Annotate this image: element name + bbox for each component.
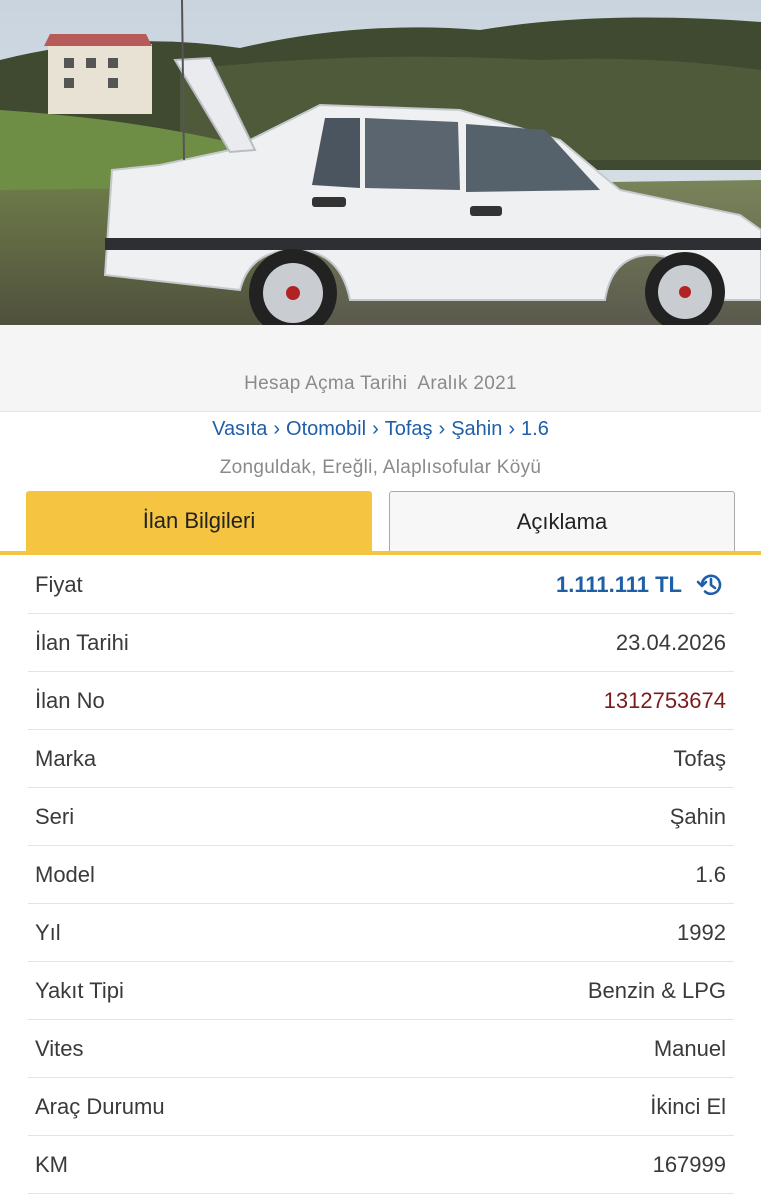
breadcrumb-item-model[interactable]: 1.6 bbox=[521, 418, 549, 440]
table-row-gearbox: Vites Manuel bbox=[28, 1020, 734, 1078]
row-value: İkinci El bbox=[650, 1093, 726, 1119]
breadcrumb-separator: › bbox=[273, 418, 281, 440]
row-label: Yakıt Tipi bbox=[35, 977, 124, 1003]
tab-underline bbox=[0, 551, 761, 555]
row-value: 167999 bbox=[652, 1151, 726, 1177]
row-label: Seri bbox=[35, 803, 75, 829]
row-value: Benzin & LPG bbox=[587, 977, 726, 1003]
table-row-year: Yıl 1992 bbox=[28, 904, 734, 962]
price-value: 1.111.111 TL bbox=[556, 570, 726, 600]
row-label: Model bbox=[35, 861, 95, 887]
row-value: 1.6 bbox=[695, 861, 726, 887]
ad-number-value: 1312753674 bbox=[603, 687, 726, 713]
listing-tabs: İlan Bilgileri Açıklama bbox=[0, 491, 761, 555]
table-row-date: İlan Tarihi 23.04.2026 bbox=[28, 614, 734, 672]
listing-photo[interactable] bbox=[0, 0, 761, 325]
price-text: 1.111.111 TL bbox=[555, 571, 682, 597]
breadcrumb-separator: › bbox=[438, 418, 446, 440]
table-row-km: KM 167999 bbox=[28, 1136, 734, 1194]
tab-ilan-bilgileri[interactable]: İlan Bilgileri bbox=[26, 491, 372, 551]
row-label: İlan No bbox=[35, 687, 105, 713]
table-row-brand: Marka Tofaş bbox=[28, 730, 734, 788]
breadcrumb-separator: › bbox=[372, 418, 379, 440]
breadcrumb: Vasıta › Otomobil › Tofaş › Şahin › 1.6 bbox=[0, 418, 761, 441]
row-value: 23.04.2026 bbox=[615, 629, 726, 655]
row-label: Marka bbox=[35, 745, 97, 771]
row-value: Manuel bbox=[653, 1035, 726, 1061]
listing-location: Zonguldak, Ereğli, Alaplısofular Köyü bbox=[219, 457, 542, 478]
row-value: Tofaş bbox=[673, 745, 726, 771]
account-date-value: Aralık 2021 bbox=[417, 373, 517, 394]
row-value: Şahin bbox=[669, 803, 726, 829]
table-row-condition: Araç Durumu İkinci El bbox=[28, 1078, 734, 1136]
seller-meta: Hesap Açma Tarihi Aralık 2021 bbox=[0, 325, 761, 412]
table-row-price: Fiyat 1.111.111 TL bbox=[28, 556, 734, 614]
tab-aciklama[interactable]: Açıklama bbox=[389, 491, 735, 551]
table-row-fuel: Yakıt Tipi Benzin & LPG bbox=[28, 962, 734, 1020]
table-row-ad-number: İlan No 1312753674 bbox=[28, 672, 734, 730]
breadcrumb-item-sahin[interactable]: Şahin bbox=[451, 418, 502, 440]
breadcrumb-item-otomobil[interactable]: Otomobil bbox=[286, 418, 366, 440]
table-row-series: Seri Şahin bbox=[28, 788, 734, 846]
breadcrumb-separator: › bbox=[508, 418, 516, 440]
breadcrumb-item-vasita[interactable]: Vasıta bbox=[212, 418, 267, 440]
row-value: 1992 bbox=[677, 919, 726, 945]
row-label: İlan Tarihi bbox=[35, 629, 129, 655]
row-label: Fiyat bbox=[35, 571, 83, 597]
car-photo-illustration bbox=[0, 0, 761, 325]
account-open-date: Hesap Açma Tarihi Aralık 2021 bbox=[0, 373, 761, 395]
table-row-model: Model 1.6 bbox=[28, 846, 734, 904]
row-label: Vites bbox=[35, 1035, 84, 1061]
row-label: KM bbox=[35, 1151, 68, 1177]
history-icon[interactable] bbox=[696, 570, 726, 600]
listing-info-table: Fiyat 1.111.111 TL İlan Tarihi 23.04.202… bbox=[28, 556, 734, 1194]
account-date-label: Hesap Açma Tarihi bbox=[244, 373, 408, 394]
breadcrumb-item-tofas[interactable]: Tofaş bbox=[385, 418, 433, 440]
row-label: Yıl bbox=[35, 919, 61, 945]
row-label: Araç Durumu bbox=[35, 1093, 165, 1119]
